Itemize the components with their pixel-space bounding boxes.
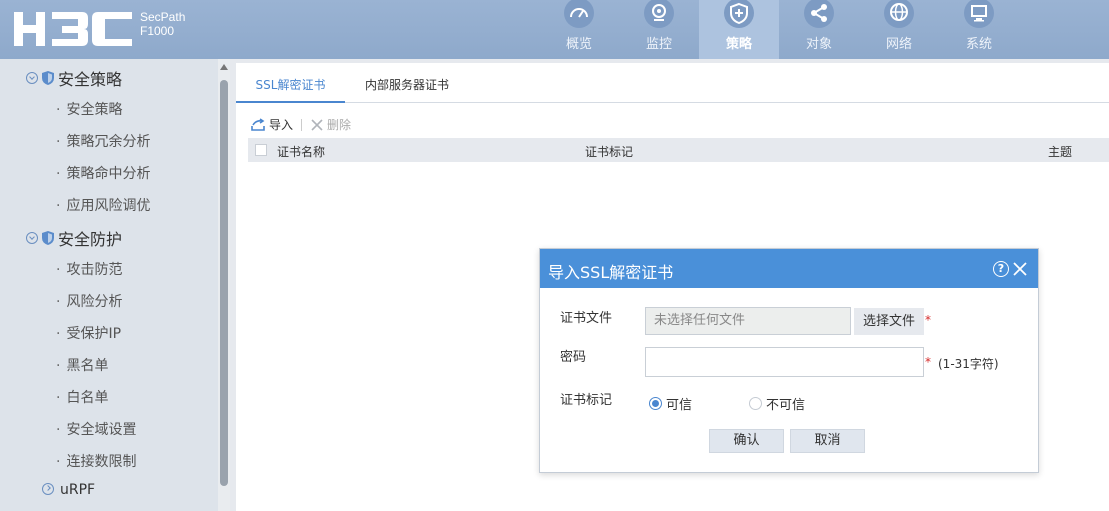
share-icon	[802, 0, 836, 30]
sidebar-group-security-policy[interactable]: 安全策略	[26, 66, 122, 90]
product-name: SecPath F1000	[140, 10, 185, 38]
sidebar-scroll-thumb[interactable]	[220, 80, 228, 486]
nav-object[interactable]: 对象	[779, 0, 859, 59]
required-marker: *	[925, 355, 931, 369]
globe-icon	[882, 0, 916, 30]
close-icon[interactable]	[1012, 261, 1028, 277]
column-subject[interactable]: 主题	[1048, 143, 1072, 160]
sidebar-item-protected-ip[interactable]: 受保护IP	[56, 323, 121, 343]
delete-icon	[311, 118, 323, 131]
product-model: F1000	[140, 24, 175, 38]
top-header: SecPath F1000 概览 监控 策略 对象 网络 系统	[0, 0, 1109, 59]
webcam-icon	[642, 0, 676, 30]
column-cert-mark[interactable]: 证书标记	[585, 143, 633, 160]
sidebar-item-attack-defense[interactable]: 攻击防范	[56, 259, 122, 279]
choose-file-button[interactable]: 选择文件	[854, 308, 924, 335]
sidebar: 安全策略 安全策略 策略冗余分析 策略命中分析 应用风险调优 安全防护 攻击防范…	[0, 59, 218, 511]
nav-overview[interactable]: 概览	[539, 0, 619, 59]
tab-ssl-cert[interactable]: SSL解密证书	[236, 63, 345, 103]
confirm-button[interactable]: 确认	[709, 429, 784, 453]
delete-label: 删除	[327, 118, 352, 132]
cert-mark-label: 证书标记	[560, 393, 613, 408]
sidebar-item-zone-settings[interactable]: 安全域设置	[56, 419, 136, 439]
nav-system[interactable]: 系统	[939, 0, 1019, 59]
password-label: 密码	[560, 350, 587, 365]
table-header: 证书名称 证书标记 主题	[248, 138, 1109, 162]
nav-label: 概览	[565, 37, 592, 52]
cert-file-label: 证书文件	[560, 311, 613, 326]
nav-label: 策略	[725, 37, 752, 52]
nav-policy[interactable]: 策略	[699, 0, 779, 59]
chevron-down-icon	[26, 72, 38, 84]
toolbar: 导入 删除	[250, 116, 351, 133]
toolbar-divider	[301, 118, 303, 131]
import-cert-dialog: 导入SSL解密证书 ? 证书文件 未选择任何文件 选择文件 * 密码 * (1-…	[539, 248, 1039, 473]
password-hint: (1-31字符)	[938, 357, 999, 371]
delete-button[interactable]: 删除	[310, 116, 351, 133]
nav-label: 系统	[965, 37, 992, 52]
h3c-logo	[14, 12, 132, 46]
sidebar-item-policy-hit[interactable]: 策略命中分析	[56, 163, 150, 183]
sidebar-group-urpf[interactable]: uRPF	[60, 482, 95, 498]
help-icon[interactable]: ?	[993, 261, 1009, 277]
sidebar-group-label: 安全防护	[58, 230, 123, 249]
untrusted-label: 不可信	[766, 398, 806, 413]
import-icon	[251, 117, 265, 131]
untrusted-radio[interactable]	[749, 397, 762, 410]
trusted-radio[interactable]	[649, 397, 662, 410]
sidebar-group-security-protection[interactable]: 安全防护	[26, 226, 122, 250]
sidebar-item-security-policy[interactable]: 安全策略	[56, 99, 122, 119]
nav-network[interactable]: 网络	[859, 0, 939, 59]
column-cert-name[interactable]: 证书名称	[277, 143, 325, 160]
sidebar-group-label: uRPF	[60, 482, 96, 498]
dialog-header: 导入SSL解密证书 ?	[540, 249, 1038, 288]
sidebar-item-connection-limit[interactable]: 连接数限制	[56, 451, 136, 471]
tab-bar: SSL解密证书 内部服务器证书	[236, 63, 1109, 103]
scroll-up-icon[interactable]	[220, 64, 228, 70]
trusted-label: 可信	[666, 398, 693, 413]
password-input[interactable]	[645, 347, 924, 377]
import-label: 导入	[269, 118, 294, 132]
select-all-checkbox[interactable]	[255, 144, 267, 156]
dialog-title: 导入SSL解密证书	[548, 263, 674, 282]
product-line: SecPath	[140, 10, 186, 24]
sidebar-item-risk-analysis[interactable]: 风险分析	[56, 291, 122, 311]
import-button[interactable]: 导入	[250, 116, 293, 133]
tab-internal-server-cert[interactable]: 内部服务器证书	[350, 63, 464, 103]
shield-icon	[42, 231, 54, 245]
gauge-icon	[562, 0, 596, 30]
shield-plus-icon	[722, 0, 756, 30]
nav-label: 网络	[885, 37, 912, 52]
sidebar-item-whitelist[interactable]: 白名单	[56, 387, 108, 407]
main-nav: 概览 监控 策略 对象 网络 系统	[539, 0, 1019, 59]
chevron-down-icon	[26, 232, 38, 244]
sidebar-item-app-risk[interactable]: 应用风险调优	[56, 195, 150, 215]
sidebar-item-blacklist[interactable]: 黑名单	[56, 355, 108, 375]
monitor-icon	[962, 0, 996, 30]
required-marker: *	[925, 313, 931, 327]
cancel-button[interactable]: 取消	[790, 429, 865, 453]
sidebar-group-label: 安全策略	[58, 70, 123, 89]
nav-monitor[interactable]: 监控	[619, 0, 699, 59]
sidebar-item-policy-redundancy[interactable]: 策略冗余分析	[56, 131, 150, 151]
nav-label: 监控	[645, 37, 672, 52]
chevron-right-icon[interactable]	[42, 483, 54, 495]
shield-icon	[42, 71, 54, 85]
nav-label: 对象	[805, 37, 832, 52]
cert-file-input[interactable]: 未选择任何文件	[645, 307, 851, 335]
